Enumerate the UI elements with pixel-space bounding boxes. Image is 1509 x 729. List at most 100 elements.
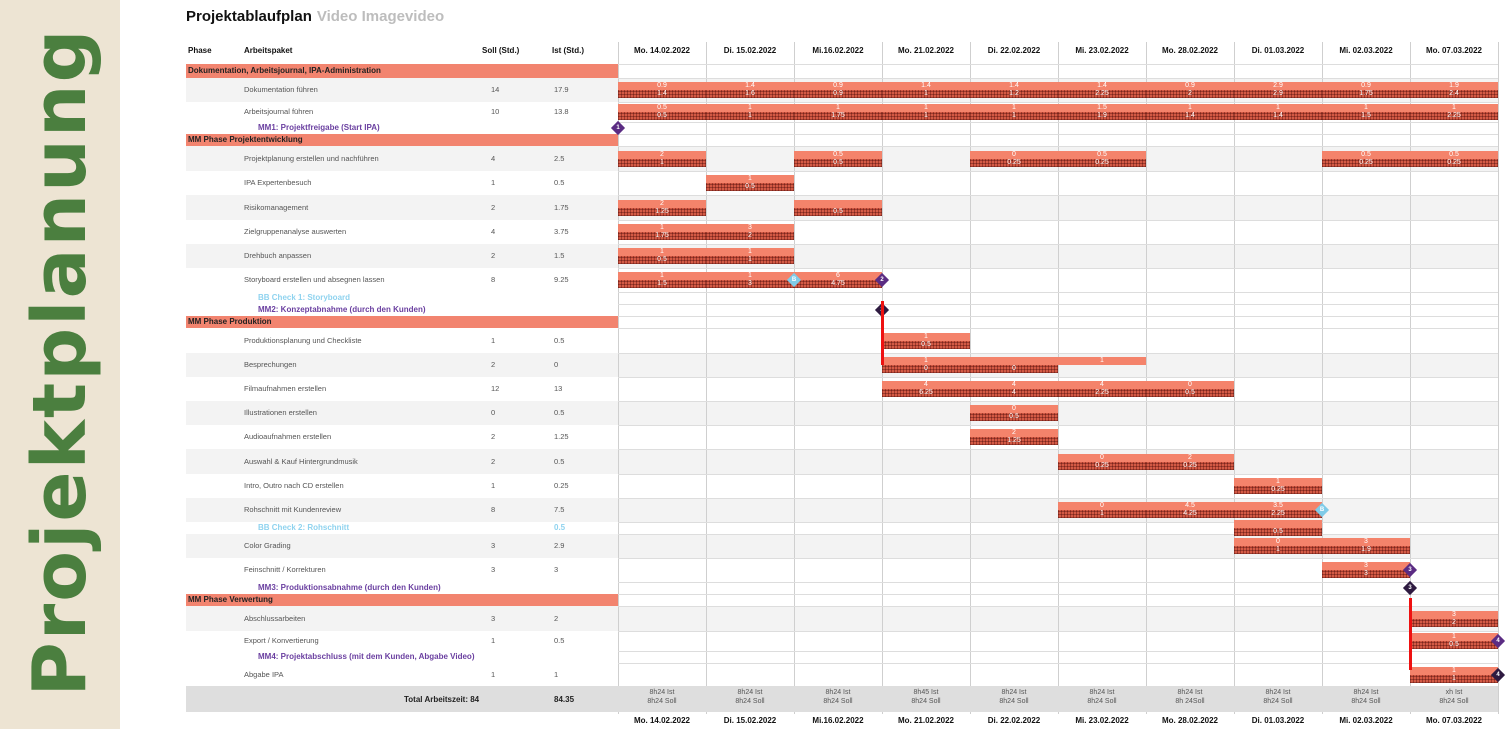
row-label: Abschlussarbeiten [244, 613, 306, 623]
total-day-soll: 8h24 Soll [823, 698, 853, 705]
ist-bar: 1.75 [1322, 90, 1410, 98]
grid-row-line [618, 195, 1498, 196]
total-label: Total Arbeitszeit: 84 [404, 695, 480, 704]
row-ist: 2 [554, 613, 559, 623]
row-soll: 12 [491, 384, 500, 393]
grid-row-line [618, 292, 1498, 293]
row-label: Drehbuch anpassen [244, 251, 312, 260]
row-label: Risikomanagement [244, 202, 309, 212]
milestone-row: MM3: Produktionsabnahme (durch den Kunde… [186, 582, 1498, 594]
row-ist: 0 [554, 360, 559, 369]
row-soll: 1 [491, 178, 496, 187]
soll-bar: 4.5 [1146, 502, 1234, 510]
milestone-diamond: B [1314, 502, 1330, 518]
milestone-diamond: B [786, 272, 802, 288]
milestone-label: 1 [616, 125, 620, 131]
grid-row-line [618, 353, 1498, 354]
milestone-label: 4 [1496, 638, 1500, 644]
row-soll: 4 [491, 153, 496, 163]
row-ist: 2.9 [554, 541, 565, 550]
task-row: Produktionsplanung und Checkliste 1 0.5 [186, 328, 1498, 353]
task-row: Auswahl & Kauf Hintergrundmusik 2 0.5 [186, 449, 1498, 474]
soll-bar: 3 [1322, 562, 1410, 570]
ist-bar: 1 [1234, 546, 1322, 554]
ist-bar: 1 [1058, 510, 1146, 518]
grid-row-line [618, 171, 1498, 172]
row-label: Export / Konvertierung [244, 636, 319, 645]
document-title-main: Projektablaufplan [186, 8, 312, 25]
ist-bar: 0.25 [970, 158, 1058, 167]
row-ist: 9.25 [554, 275, 569, 284]
row-ist: 1 [554, 669, 559, 679]
header-phase: Phase [188, 46, 212, 55]
soll-bar: 1 [1322, 104, 1410, 112]
ist-bar: 2.25 [1058, 389, 1146, 397]
soll-bar: 3 [706, 224, 794, 232]
total-value: 84.35 [554, 695, 575, 704]
soll-bar: 1.4 [706, 82, 794, 90]
soll-bar [794, 199, 882, 208]
ist-bar: 0.5 [794, 207, 882, 216]
milestone-label: B [791, 277, 797, 283]
row-ist: 1.25 [554, 432, 569, 441]
ist-bar: 0.5 [618, 112, 706, 120]
row-label: MM4: Projektabschluss (mit dem Kunden, A… [258, 652, 475, 661]
header-soll: Soll (Std.) [482, 46, 520, 55]
grid-row-line [618, 244, 1498, 245]
soll-bar: 0.5 [1058, 150, 1146, 159]
header-ist: Ist (Std.) [552, 46, 584, 55]
soll-bar: 1 [882, 104, 970, 112]
date-footer: Mi. 23.02.2022 [1075, 716, 1129, 725]
task-row: Feinschnitt / Korrekturen 3 3 [186, 558, 1498, 582]
date-header: Mo. 07.03.2022 [1425, 46, 1483, 55]
header-work-package: Arbeitspaket [244, 46, 293, 55]
soll-bar: 1.4 [1058, 82, 1146, 90]
total-day-ist: 8h24 Ist [1177, 689, 1203, 696]
task-row: Audioaufnahmen erstellen 2 1.25 [186, 425, 1498, 449]
soll-bar: 0 [970, 150, 1058, 159]
grid-row-line [618, 631, 1498, 632]
soll-bar: 3.5 [1234, 502, 1322, 510]
ist-bar: 1.25 [970, 437, 1058, 445]
row-label: IPA Expertenbesuch [244, 178, 312, 187]
ist-bar: 3 [1322, 570, 1410, 578]
row-label: BB Check 1: Storyboard [258, 293, 351, 302]
milestone-label: 2 [880, 277, 884, 283]
grid-row-line [618, 425, 1498, 426]
soll-bar: 0 [1234, 538, 1322, 546]
ist-bar: 1 [882, 90, 970, 98]
milestone-diamond: 4 [1490, 667, 1506, 683]
total-day-soll: 8h24 Soll [1263, 698, 1293, 705]
soll-bar: 6 [794, 272, 882, 280]
grid-row-line [618, 522, 1498, 523]
soll-bar: 1 [1410, 633, 1498, 641]
gantt-sheet: Projektablaufplan Video Imagevideo Phase … [0, 0, 1509, 729]
task-row: Illustrationen erstellen 0 0.5 [186, 401, 1498, 425]
ist-bar: 4.25 [1146, 510, 1234, 518]
soll-bar: 1 [706, 272, 794, 280]
ist-bar: 0.5 [970, 413, 1058, 421]
total-day-soll: 8h24 Soll [1439, 698, 1469, 705]
check-row: BB Check 1: Storyboard [186, 292, 1498, 304]
milestone-label: 3 [1408, 585, 1412, 591]
ist-bar: 3 [706, 280, 794, 288]
row-label: Zielgruppenanalyse auswerten [244, 227, 347, 236]
total-day-ist: 8h24 Ist [1001, 689, 1027, 696]
row-ist: 0.5 [554, 335, 565, 345]
soll-bar: 1 [970, 104, 1058, 112]
ist-bar: 2.4 [1410, 90, 1498, 98]
ist-bar: 1.9 [1322, 546, 1410, 554]
date-header: Mi. 02.03.2022 [1339, 46, 1393, 55]
document-title: Projektablaufplan Video Imagevideo [186, 8, 444, 25]
row-soll: 3 [491, 565, 496, 574]
row-ist: 1.5 [554, 251, 565, 260]
task-row: Abschlussarbeiten 3 2 [186, 606, 1498, 631]
milestone-row: MM4: Projektabschluss (mit dem Kunden, A… [186, 651, 1498, 663]
grid-column-line [1234, 42, 1235, 714]
row-label: Dokumentation, Arbeitsjournal, IPA-Admin… [188, 66, 381, 75]
total-day-soll: 8h 24Soll [1175, 698, 1205, 705]
row-label: MM2: Konzeptabnahme (durch den Kunden) [258, 305, 426, 314]
dependency-line [881, 301, 884, 365]
total-day: 8h24 Ist 8h24 Soll [706, 688, 794, 706]
date-footer: Mi.16.02.2022 [812, 716, 864, 725]
